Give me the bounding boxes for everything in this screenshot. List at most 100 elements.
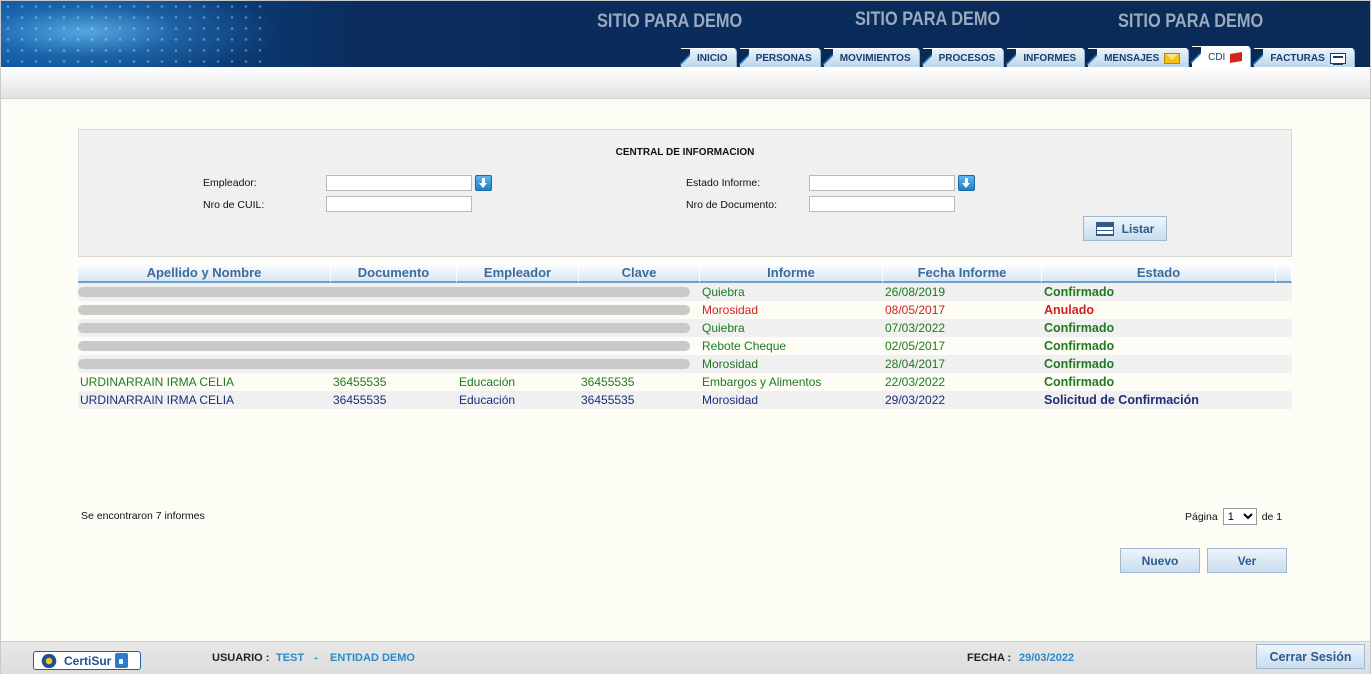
network-dots: [1, 1, 261, 67]
app-window: SITIO PARA DEMO SITIO PARA DEMO SITIO PA…: [0, 0, 1371, 674]
lock-icon: [115, 653, 129, 668]
page-total: de 1: [1261, 510, 1283, 523]
tab-label: PERSONAS: [755, 52, 812, 64]
page-select[interactable]: 1: [1222, 508, 1257, 525]
table-header: Apellido y Nombre Documento Empleador Cl…: [78, 263, 1292, 283]
cell-estado: Confirmado: [1044, 357, 1115, 371]
cell-informe: Quiebra: [702, 321, 745, 335]
documento-input[interactable]: [809, 196, 955, 212]
estado-informe-label: Estado Informe:: [686, 177, 761, 189]
tab-informes[interactable]: INFORMES: [1006, 48, 1086, 67]
banner-text-2: SITIO PARA DEMO: [855, 9, 1001, 30]
table-row[interactable]: URDINARRAIN IRMA CELIA 36455535 Educación 3…: [78, 391, 1292, 409]
logo-text: CertiSur: [64, 653, 112, 668]
cell-spacer: [1276, 355, 1292, 373]
fecha-value: 29/03/2022: [1019, 652, 1075, 664]
cell-clave: 36455535: [581, 375, 635, 389]
flag-icon: [1230, 51, 1243, 63]
col-header-informe[interactable]: Informe: [700, 263, 883, 283]
cell-spacer: [1276, 301, 1292, 319]
cell-empleador: Educación: [459, 375, 516, 389]
cerrar-sesion-button[interactable]: Cerrar Sesión: [1256, 644, 1365, 669]
table-row[interactable]: Rebote Cheque 02/05/2017 Confirmado: [78, 337, 1292, 355]
certisur-mark-icon: [38, 653, 60, 668]
cell-estado: Confirmado: [1044, 375, 1115, 389]
page-label: Página: [1185, 510, 1218, 523]
footer-bar: CertiSur: [1, 641, 1370, 674]
entidad-value: ENTIDAD DEMO: [330, 652, 415, 664]
col-header-nombre[interactable]: Apellido y Nombre: [78, 263, 331, 283]
cell-documento: 36455535: [333, 393, 387, 407]
empleador-label: Empleador:: [203, 177, 257, 189]
col-header-clave[interactable]: Clave: [579, 263, 700, 283]
cell-fecha: 29/03/2022: [885, 393, 946, 407]
listar-button[interactable]: Listar: [1083, 216, 1167, 241]
usuario-label: USUARIO :: [212, 652, 270, 664]
cell-nombre: URDINARRAIN IRMA CELIA: [80, 393, 235, 407]
redacted-bar: [78, 359, 690, 369]
cell-estado: Confirmado: [1044, 339, 1115, 353]
listar-label: Listar: [1121, 221, 1155, 236]
tab-label: INFORMES: [1023, 52, 1077, 64]
tab-inicio[interactable]: INICIO: [680, 48, 737, 67]
col-header-documento[interactable]: Documento: [331, 263, 457, 283]
cell-spacer: [1276, 373, 1292, 391]
sub-toolbar: [1, 67, 1370, 99]
redacted-bar: [78, 287, 690, 297]
cell-estado: Solicitud de Confirmación: [1044, 393, 1199, 407]
redacted-bar: [78, 305, 690, 315]
cell-informe: Morosidad: [702, 393, 759, 407]
tab-label: MOVIMIENTOS: [839, 52, 911, 64]
cell-documento: 36455535: [333, 375, 387, 389]
results-count: Se encontraron 7 informes: [81, 510, 205, 522]
table-row[interactable]: Morosidad 08/05/2017 Anulado: [78, 301, 1292, 319]
cell-fecha: 02/05/2017: [885, 339, 946, 353]
certisur-logo: CertiSur: [33, 651, 141, 670]
header-banner: SITIO PARA DEMO SITIO PARA DEMO SITIO PA…: [1, 1, 1370, 67]
main-nav: INICIO PERSONAS MOVIMIENTOS PROCESOS INF…: [680, 46, 1358, 67]
nuevo-button[interactable]: Nuevo: [1120, 548, 1200, 573]
cell-fecha: 07/03/2022: [885, 321, 946, 335]
empleador-input[interactable]: [326, 175, 472, 191]
tab-facturas[interactable]: FACTURAS: [1253, 48, 1355, 67]
cell-fecha: 22/03/2022: [885, 375, 946, 389]
cell-estado: Confirmado: [1044, 285, 1115, 299]
pagination: Página 1 de 1: [1185, 508, 1282, 525]
cuil-input[interactable]: [326, 196, 472, 212]
panel-title: CENTRAL DE INFORMACION: [615, 147, 755, 158]
banner-text-3: SITIO PARA DEMO: [1118, 11, 1264, 32]
table-row[interactable]: Morosidad 28/04/2017 Confirmado: [78, 355, 1292, 373]
ver-button[interactable]: Ver: [1207, 548, 1287, 573]
col-header-empleador[interactable]: Empleador: [457, 263, 579, 283]
estado-dropdown-icon[interactable]: [958, 175, 975, 191]
tab-procesos[interactable]: PROCESOS: [921, 48, 1005, 67]
fecha-label: FECHA :: [967, 652, 1012, 664]
tab-movimientos[interactable]: MOVIMIENTOS: [822, 48, 920, 67]
envelope-icon: [1164, 52, 1181, 64]
cell-clave: 36455535: [581, 393, 635, 407]
table-row[interactable]: URDINARRAIN IRMA CELIA 36455535 Educación 3…: [78, 373, 1292, 391]
table-row[interactable]: Quiebra 07/03/2022 Confirmado: [78, 319, 1292, 337]
col-header-fecha[interactable]: Fecha Informe: [883, 263, 1042, 283]
tab-label: FACTURAS: [1270, 52, 1325, 64]
tab-cdi[interactable]: CDI: [1191, 46, 1252, 67]
col-header-estado[interactable]: Estado: [1042, 263, 1276, 283]
cell-informe: Rebote Cheque: [702, 339, 787, 353]
tab-label: INICIO: [697, 52, 728, 64]
usuario-separator: -: [314, 652, 318, 664]
cell-informe: Embargos y Alimentos: [702, 375, 822, 389]
estado-informe-input[interactable]: [809, 175, 955, 191]
empleador-dropdown-icon[interactable]: [475, 175, 492, 191]
table-row[interactable]: Quiebra 26/08/2019 Confirmado: [78, 283, 1292, 301]
cell-empleador: Educación: [459, 393, 516, 407]
cell-spacer: [1276, 337, 1292, 355]
cell-informe: Morosidad: [702, 303, 759, 317]
tab-personas[interactable]: PERSONAS: [738, 48, 821, 67]
redacted-bar: [78, 341, 690, 351]
list-grid-icon: [1095, 221, 1114, 236]
cell-spacer: [1276, 391, 1292, 409]
cell-estado: Confirmado: [1044, 321, 1115, 335]
cell-spacer: [1276, 283, 1292, 301]
cell-fecha: 26/08/2019: [885, 285, 946, 299]
tab-mensajes[interactable]: MENSAJES: [1087, 48, 1190, 67]
